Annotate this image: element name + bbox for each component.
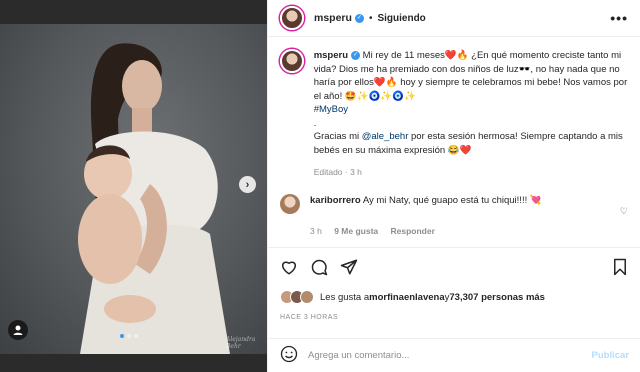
caption-part-2a: Gracias mi [313, 131, 362, 142]
likes-first-user[interactable]: morfinaenlavena [369, 292, 445, 303]
tag-user-button[interactable] [8, 320, 28, 340]
liker-avatars [280, 290, 314, 304]
author-username[interactable]: msperu [314, 12, 352, 24]
mother-baby-illustration [78, 43, 230, 354]
hashtag-link[interactable]: #MyBoy [314, 104, 348, 115]
likes-others[interactable]: 73,307 personas más [449, 292, 545, 303]
verified-icon: ✓ [354, 13, 364, 23]
post-header: msperu ✓ • Siguiendo ••• [268, 0, 640, 37]
chevron-right-icon: › [245, 178, 250, 191]
share-icon[interactable] [340, 258, 358, 276]
author-avatar[interactable] [280, 6, 304, 30]
post-modal: › Alejandra Behr msperu ✓ • Siguiendo ••… [0, 0, 640, 372]
comment-like-icon[interactable]: ♡ [620, 206, 628, 217]
comment-icon[interactable] [310, 258, 328, 276]
likes-summary: Les gusta a morfinaenlavena y 73,307 per… [280, 290, 629, 304]
mention-link[interactable]: @ale_behr [362, 131, 409, 142]
comment-reply-button[interactable]: Responder [391, 226, 435, 236]
comment-text: kariborrero Ay mi Naty, qué guapo está t… [310, 194, 610, 208]
emoji-icon[interactable] [280, 345, 298, 366]
post-actions: Les gusta a morfinaenlavena y 73,307 per… [268, 247, 640, 321]
header-separator: • [368, 12, 373, 24]
add-comment-bar: Publicar [268, 338, 640, 372]
carousel-dot-3 [134, 334, 138, 338]
heart-icon[interactable] [280, 258, 298, 276]
photo-image [0, 24, 267, 354]
action-icons [280, 256, 629, 278]
comment-time: 3 h [310, 225, 322, 236]
post-timestamp: HACE 3 HORAS [280, 314, 339, 321]
publish-button[interactable]: Publicar [592, 350, 630, 361]
comment-likes[interactable]: 9 Me gusta [334, 226, 378, 236]
post-photo[interactable]: › Alejandra Behr [0, 0, 267, 372]
comment-body: Ay mi Naty, qué guapo está tu chiqui!!!!… [362, 194, 542, 206]
caption-avatar[interactable] [280, 49, 304, 73]
edited-timestamp: Editado · 3 h [313, 167, 362, 177]
carousel-dot-2 [127, 334, 131, 338]
comment-meta: 3 h 9 Me gusta Responder [310, 226, 629, 236]
commenter-username[interactable]: kariborrero [310, 195, 361, 206]
post-details-panel: msperu ✓ • Siguiendo ••• msperu ✓ Mi rey … [267, 0, 640, 372]
next-photo-button[interactable]: › [239, 176, 256, 193]
more-icon[interactable]: ••• [610, 10, 628, 26]
caption-username[interactable]: msperu [314, 50, 348, 61]
likes-prefix: Les gusta a [320, 291, 370, 303]
commenter-avatar[interactable] [280, 193, 300, 214]
tag-user-icon [13, 325, 23, 335]
caption-area: msperu ✓ Mi rey de 11 meses❤️🔥 ¿En qué mo… [268, 37, 640, 247]
carousel-dot-1 [120, 334, 124, 338]
caption: msperu ✓ Mi rey de 11 meses❤️🔥 ¿En qué mo… [280, 49, 629, 180]
caption-verified-icon: ✓ [351, 50, 361, 60]
bookmark-icon[interactable] [611, 258, 629, 276]
comment-input[interactable] [308, 350, 592, 361]
caption-dot: . [313, 117, 317, 129]
caption-part-1: Mi rey de 11 meses❤️🔥 ¿En qué momento cr… [313, 50, 628, 102]
following-button[interactable]: Siguiendo [377, 13, 425, 24]
carousel-dots [120, 334, 138, 338]
caption-text: msperu ✓ Mi rey de 11 meses❤️🔥 ¿En qué mo… [314, 49, 629, 180]
photo-watermark: Alejandra Behr [226, 336, 256, 350]
comment: kariborrero Ay mi Naty, qué guapo está t… [280, 193, 629, 214]
